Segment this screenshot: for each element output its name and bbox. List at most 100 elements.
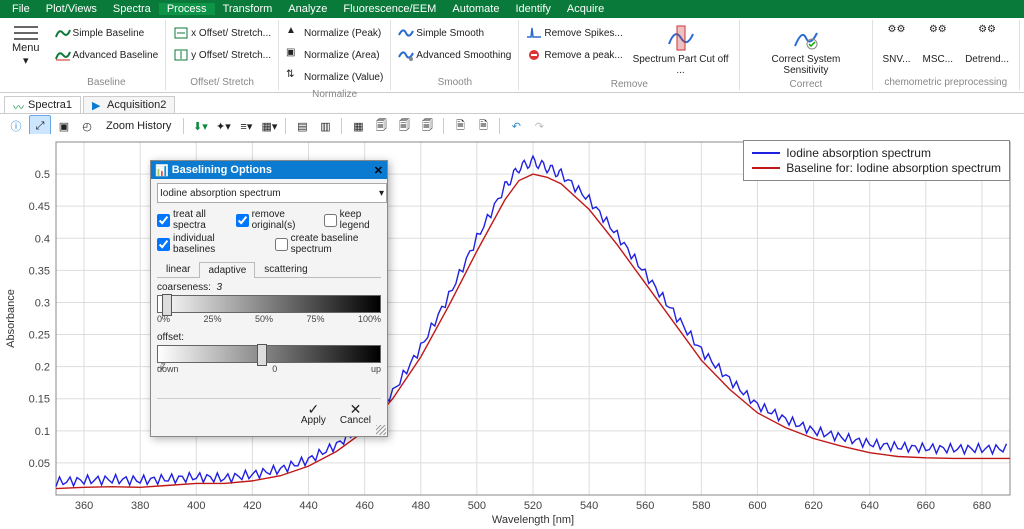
svg-text:0.15: 0.15 — [29, 394, 50, 406]
svg-text:680: 680 — [973, 500, 991, 512]
clock-icon[interactable]: ◴ — [77, 116, 97, 136]
svg-text:Absorbance: Absorbance — [5, 289, 17, 348]
svg-text:400: 400 — [187, 500, 205, 512]
remove-original-checkbox[interactable]: remove original(s) — [236, 209, 314, 231]
advanced-baseline-button[interactable]: Advanced Baseline — [52, 47, 162, 63]
treat-all-checkbox[interactable]: treat all spectra — [157, 209, 226, 231]
undo-icon[interactable]: ↶ — [506, 116, 526, 136]
svg-text:580: 580 — [692, 500, 710, 512]
tool-12[interactable]: 🗐 — [371, 116, 391, 136]
svg-text:440: 440 — [299, 500, 317, 512]
norm-area-icon: ▣ — [286, 47, 302, 63]
baselining-options-dialog: 📊Baselining Options ✕ Iodine absorption … — [150, 160, 388, 437]
snv-button[interactable]: ⚙⚙SNV... — [877, 22, 917, 67]
individual-baselines-checkbox[interactable]: individual baselines — [157, 233, 243, 255]
legend[interactable]: Iodine absorption spectrumBaseline for: … — [743, 140, 1010, 181]
svg-text:0.1: 0.1 — [35, 426, 50, 438]
resize-grip[interactable] — [376, 425, 386, 435]
x-offset-button[interactable]: x Offset/ Stretch... — [170, 25, 274, 41]
svg-text:0.2: 0.2 — [35, 362, 50, 374]
correct-sensitivity-button[interactable]: Correct System Sensitivity — [744, 22, 867, 78]
svg-text:520: 520 — [524, 500, 542, 512]
menu-automate[interactable]: Automate — [444, 3, 507, 15]
redo-icon[interactable]: ↷ — [529, 116, 549, 136]
svg-text:560: 560 — [636, 500, 654, 512]
keep-legend-checkbox[interactable]: keep legend — [324, 209, 381, 231]
spectrum-dropdown[interactable]: Iodine absorption spectrum▾ — [157, 183, 387, 203]
document-tabs: 〰Spectra1▶Acquisition2 — [0, 93, 1024, 114]
zoom-history-button[interactable]: Zoom History — [100, 120, 177, 132]
svg-text:500: 500 — [468, 500, 486, 512]
tool-8[interactable]: ▦▾ — [259, 116, 279, 136]
dialog-tab-scattering[interactable]: scattering — [255, 261, 316, 277]
tool-10[interactable]: ▥ — [315, 116, 335, 136]
advanced-smooth-button[interactable]: Advanced Smoothing — [395, 47, 514, 63]
dialog-tab-adaptive[interactable]: adaptive — [199, 262, 255, 278]
info-icon[interactable]: ⓘ — [6, 116, 26, 136]
normalize-area-button[interactable]: ▣Normalize (Area) — [283, 47, 383, 63]
y-offset-button[interactable]: y Offset/ Stretch... — [170, 47, 274, 63]
menu-identify[interactable]: Identify — [507, 3, 558, 15]
svg-text:360: 360 — [75, 500, 93, 512]
remove-spikes-button[interactable]: Remove Spikes... — [523, 25, 625, 41]
svg-text:660: 660 — [917, 500, 935, 512]
menu-plotviews[interactable]: Plot/Views — [38, 3, 105, 15]
tool-7[interactable]: ≡▾ — [236, 116, 256, 136]
tool-11[interactable]: ▦ — [348, 116, 368, 136]
offset-slider[interactable] — [157, 345, 381, 363]
group-label-smooth: Smooth — [395, 76, 514, 88]
coarseness-slider[interactable] — [157, 295, 381, 313]
dialog-titlebar[interactable]: 📊Baselining Options ✕ — [151, 161, 387, 179]
app-menu-label: Menu — [12, 42, 40, 54]
close-icon[interactable]: ✕ — [374, 164, 383, 177]
tool-5[interactable]: ⬇▾ — [190, 116, 210, 136]
menu-analyze[interactable]: Analyze — [280, 3, 335, 15]
doc-tab-spectra1[interactable]: 〰Spectra1 — [4, 96, 81, 113]
detrend-button[interactable]: ⚙⚙Detrend... — [959, 22, 1015, 67]
gear-icon: ⚙⚙ — [973, 24, 1001, 52]
group-label-offset: Offset/ Stretch — [170, 76, 274, 88]
menu-transform[interactable]: Transform — [215, 3, 281, 15]
menu-acquire[interactable]: Acquire — [559, 3, 612, 15]
app-menu-button[interactable]: Menu ▾ — [4, 20, 48, 90]
gear-icon: ⚙⚙ — [924, 24, 952, 52]
menu-file[interactable]: File — [4, 3, 38, 15]
dialog-tabs: linearadaptivescattering — [157, 261, 381, 278]
zoom-full-icon[interactable]: ▣ — [54, 116, 74, 136]
cut-icon — [667, 24, 695, 52]
tool-14[interactable]: 🗐 — [417, 116, 437, 136]
tool-6[interactable]: ✦▾ — [213, 116, 233, 136]
y-offset-icon — [173, 47, 189, 63]
normalize-value-button[interactable]: ⇅Normalize (Value) — [283, 69, 386, 85]
spectrum-part-cut-button[interactable]: Spectrum Part Cut off ... — [626, 22, 736, 78]
msc-button[interactable]: ⚙⚙MSC... — [917, 22, 960, 67]
menubar: FilePlot/ViewsSpectraProcessTransformAna… — [0, 0, 1024, 18]
svg-text:Wavelength [nm]: Wavelength [nm] — [492, 514, 574, 526]
menu-spectra[interactable]: Spectra — [105, 3, 159, 15]
spikes-icon — [526, 25, 542, 41]
simple-smooth-button[interactable]: Simple Smooth — [395, 25, 487, 41]
apply-button[interactable]: ✓Apply — [301, 403, 326, 426]
cancel-button[interactable]: ✕Cancel — [340, 403, 371, 426]
remove-peak-icon — [526, 47, 542, 63]
x-icon: ✕ — [350, 403, 362, 415]
create-baseline-checkbox[interactable]: create baseline spectrum — [275, 233, 381, 255]
simple-baseline-button[interactable]: Simple Baseline — [52, 25, 148, 41]
menu-fluorescenceeem[interactable]: Fluorescence/EEM — [335, 3, 444, 15]
chevron-down-icon: ▾ — [379, 188, 384, 199]
tool-13[interactable]: 🗐 — [394, 116, 414, 136]
menu-process[interactable]: Process — [159, 3, 215, 15]
legend-entry[interactable]: Baseline for: Iodine absorption spectrum — [752, 161, 1001, 175]
doc-tab-acquisition2[interactable]: ▶Acquisition2 — [83, 96, 175, 113]
play-icon: ▶ — [92, 99, 104, 111]
tool-9[interactable]: ▤ — [292, 116, 312, 136]
spectra-icon: 〰 — [13, 99, 25, 111]
remove-peak-button[interactable]: Remove a peak... — [523, 47, 625, 63]
tool-15[interactable]: 🗎 — [450, 116, 470, 136]
normalize-peak-button[interactable]: ▲Normalize (Peak) — [283, 25, 384, 41]
baseline-icon — [55, 25, 71, 41]
gear-icon: ⚙⚙ — [883, 24, 911, 52]
tool-16[interactable]: 🗎 — [473, 116, 493, 136]
dialog-tab-linear[interactable]: linear — [157, 261, 199, 277]
legend-entry[interactable]: Iodine absorption spectrum — [752, 146, 1001, 160]
